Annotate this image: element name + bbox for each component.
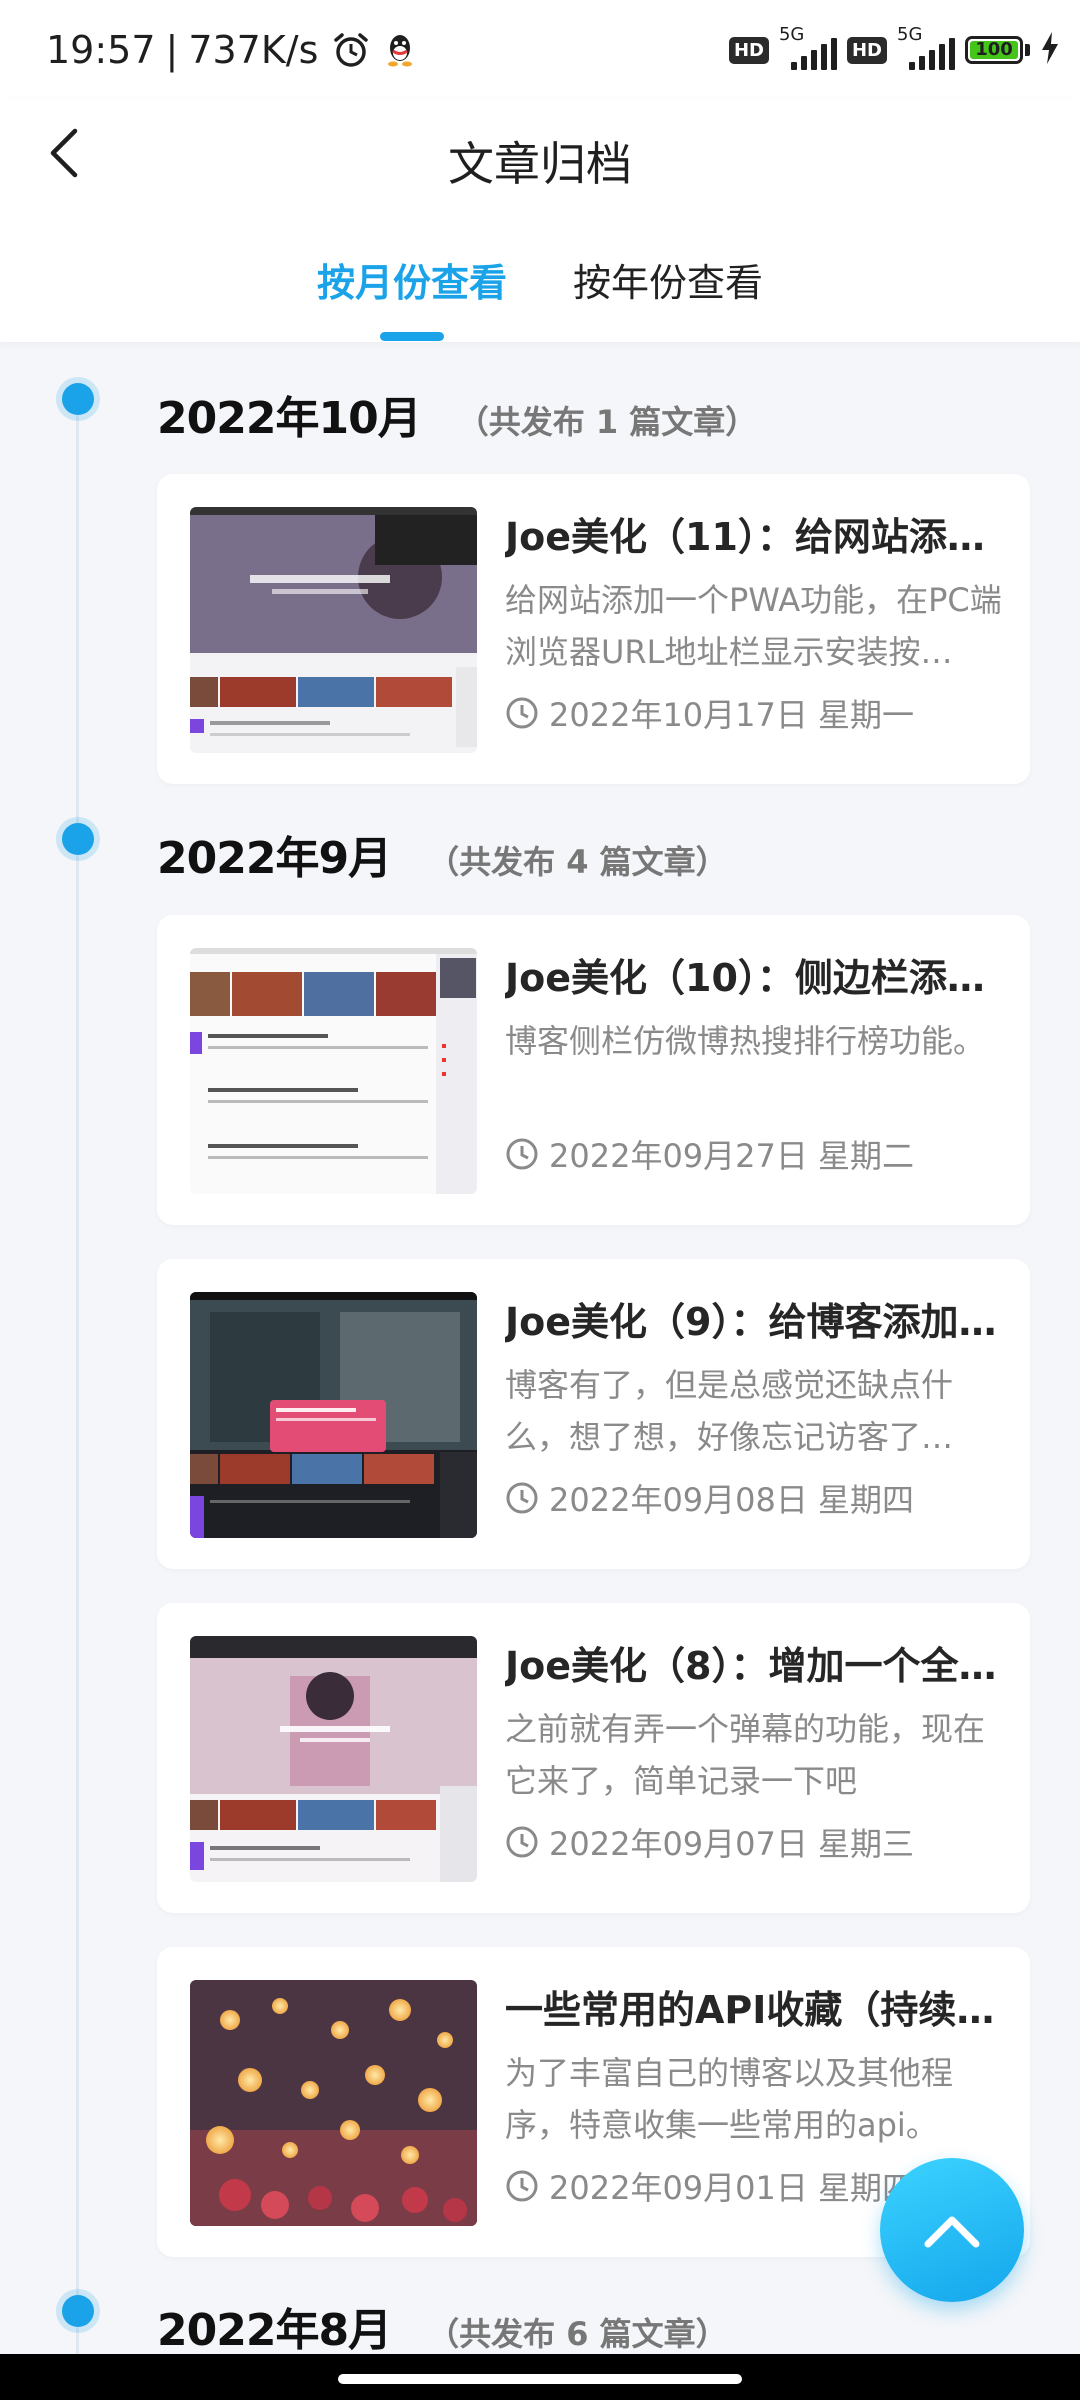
month-count: （共发布 1 篇文章） <box>456 403 758 441</box>
article-title: Joe美化（9）：给博客添加… <box>505 1300 997 1344</box>
chevron-up-icon <box>924 2216 980 2248</box>
article-title: Joe美化（11）：给网站添… <box>505 515 985 559</box>
article-date-text: 2022年09月07日 星期三 <box>549 1825 915 1863</box>
lightning-icon <box>1040 31 1060 69</box>
page-title: 文章归档 <box>448 137 632 191</box>
status-left: 19:57 | 737K/s <box>46 28 416 72</box>
article-text: Joe美化（8）：增加一个全… 之前就有弄一个弹幕的功能，现在它来了，简单记录一… <box>505 1639 1005 1865</box>
article-date: 2022年09月07日 星期三 <box>505 1819 1005 1865</box>
timeline-dot <box>62 2295 94 2327</box>
signal-5g-icon: 5G <box>779 24 837 70</box>
status-right: HD 5G HD 5G 100 <box>728 24 1060 70</box>
system-nav-bar <box>0 2354 1080 2400</box>
article-text: Joe美化（11）：给网站添… 给网站添加一个PWA功能，在PC端浏览器URL地… <box>505 510 1005 736</box>
article-thumbnail <box>190 1980 477 2226</box>
battery-icon: 100 <box>965 36 1030 64</box>
tab-label: 按月份查看 <box>316 261 507 305</box>
article-date: 2022年09月08日 星期四 <box>505 1475 1005 1521</box>
article-thumbnail <box>190 1636 477 1882</box>
article-date-text: 2022年09月08日 星期四 <box>549 1481 915 1519</box>
status-separator: | <box>165 28 179 72</box>
tab-by-month[interactable]: 按月份查看 <box>316 252 507 341</box>
month-title: 2022年8月 <box>157 2305 392 2356</box>
signal-5g-icon: 5G <box>897 24 955 70</box>
article-date-text: 2022年09月27日 星期二 <box>549 1137 915 1175</box>
battery-level: 100 <box>975 39 1013 60</box>
clock-icon <box>505 1137 539 1171</box>
qq-icon <box>384 32 416 68</box>
month-count: （共发布 4 篇文章） <box>427 843 728 881</box>
status-time: 19:57 <box>46 28 156 72</box>
clock-icon <box>505 1481 539 1515</box>
article-excerpt: 博客有了，但是总感觉还缺点什么，想了想，好像忘记访客了… <box>505 1366 954 1456</box>
article-excerpt: 博客侧栏仿微博热搜排行榜功能。 <box>505 1022 986 1060</box>
tab-by-year[interactable]: 按年份查看 <box>573 252 763 327</box>
home-indicator[interactable] <box>338 2374 742 2384</box>
clock-icon <box>505 696 539 730</box>
article-card[interactable]: Joe美化（11）：给网站添… 给网站添加一个PWA功能，在PC端浏览器URL地… <box>157 474 1030 784</box>
status-bar: 19:57 | 737K/s HD 5G HD 5G 100 <box>0 0 1080 100</box>
clock-icon <box>505 2169 539 2203</box>
header: 文章归档 按月份查看 按年份查看 <box>0 100 1080 342</box>
month-title: 2022年10月 <box>157 393 422 444</box>
article-title: Joe美化（10）：侧边栏添… <box>505 956 985 1000</box>
month-heading: 2022年10月 （共发布 1 篇文章） <box>157 382 757 446</box>
timeline-dot <box>62 383 94 415</box>
article-date-text: 2022年09月01日 星期四 <box>549 2169 915 2207</box>
month-heading: 2022年8月 （共发布 6 篇文章） <box>157 2294 728 2358</box>
article-date: 2022年10月17日 星期一 <box>505 690 1005 736</box>
status-net-speed: 737K/s <box>188 28 319 72</box>
article-excerpt: 为了丰富自己的博客以及其他程序，特意收集一些常用的api。 <box>505 2054 954 2144</box>
alarm-icon <box>332 31 370 69</box>
timeline-dot <box>62 823 94 855</box>
article-title: 一些常用的API收藏（持续… <box>505 1988 995 2032</box>
article-excerpt: 之前就有弄一个弹幕的功能，现在它来了，简单记录一下吧 <box>505 1710 986 1800</box>
article-thumbnail <box>190 507 477 753</box>
scroll-to-top-button[interactable] <box>880 2158 1024 2302</box>
hd-badge: HD <box>846 36 887 64</box>
article-card[interactable]: Joe美化（10）：侧边栏添… 博客侧栏仿微博热搜排行榜功能。 2022年09月… <box>157 915 1030 1225</box>
article-date-text: 2022年10月17日 星期一 <box>549 696 915 734</box>
tab-label: 按年份查看 <box>573 261 764 305</box>
article-card[interactable]: Joe美化（8）：增加一个全… 之前就有弄一个弹幕的功能，现在它来了，简单记录一… <box>157 1603 1030 1913</box>
article-excerpt: 给网站添加一个PWA功能，在PC端浏览器URL地址栏显示安装按… <box>505 581 1002 671</box>
article-card[interactable]: Joe美化（9）：给博客添加… 博客有了，但是总感觉还缺点什么，想了想，好像忘记… <box>157 1259 1030 1569</box>
article-thumbnail <box>190 948 477 1194</box>
month-heading: 2022年9月 （共发布 4 篇文章） <box>157 822 728 886</box>
month-count: （共发布 6 篇文章） <box>427 2315 728 2353</box>
timeline-line <box>76 400 79 2390</box>
hd-badge: HD <box>728 36 769 64</box>
article-text: Joe美化（9）：给博客添加… 博客有了，但是总感觉还缺点什么，想了想，好像忘记… <box>505 1295 1005 1521</box>
tab-bar: 按月份查看 按年份查看 <box>0 252 1080 341</box>
article-date: 2022年09月27日 星期二 <box>505 1131 1005 1177</box>
clock-icon <box>505 1825 539 1859</box>
article-thumbnail <box>190 1292 477 1538</box>
tab-indicator <box>379 332 444 341</box>
month-title: 2022年9月 <box>157 833 392 884</box>
article-title: Joe美化（8）：增加一个全… <box>505 1644 997 1688</box>
article-text: Joe美化（10）：侧边栏添… 博客侧栏仿微博热搜排行榜功能。 2022年09月… <box>505 951 1005 1177</box>
